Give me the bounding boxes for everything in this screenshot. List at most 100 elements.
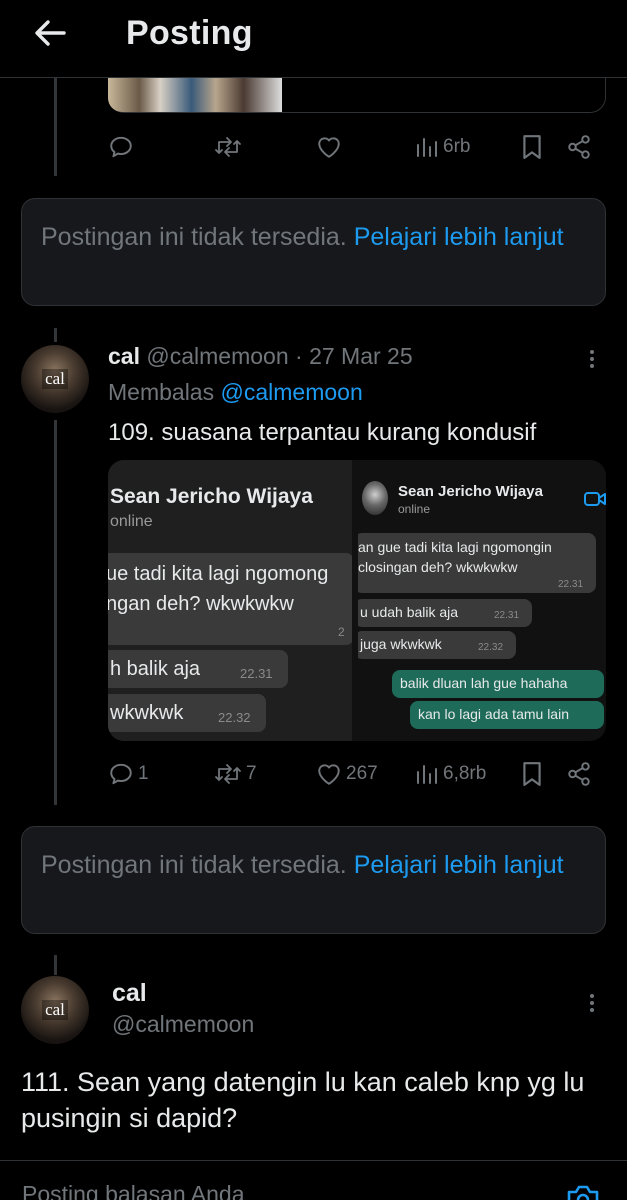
chat-contact-name: Sean Jericho Wijaya bbox=[110, 485, 313, 508]
replying-to-handle[interactable]: @calmemoon bbox=[221, 379, 363, 405]
like-button[interactable]: 267 bbox=[316, 759, 378, 789]
post-header: cal @calmemoon · 27 Mar 25 bbox=[108, 343, 413, 370]
avatar[interactable]: cal bbox=[21, 976, 89, 1044]
bookmark-button[interactable] bbox=[520, 132, 544, 162]
heart-icon bbox=[318, 764, 340, 785]
chat-message-text: h balik aja bbox=[110, 658, 201, 680]
chat-time: 22.32 bbox=[218, 710, 251, 725]
chat-time: 22.31 bbox=[494, 610, 520, 621]
chat-message-text: ue tadi kita lagi ngomong bbox=[108, 563, 329, 585]
more-options-button[interactable] bbox=[580, 988, 604, 1018]
reply-count: 1 bbox=[138, 763, 149, 784]
like-button[interactable] bbox=[316, 132, 342, 162]
reply-composer-bar: Posting balasan Anda bbox=[0, 1160, 627, 1200]
post-date[interactable]: 27 Mar 25 bbox=[309, 343, 413, 369]
thread-line bbox=[54, 420, 57, 805]
share-icon bbox=[568, 762, 590, 786]
heart-icon bbox=[318, 137, 340, 158]
chat-message-text: u udah balik aja bbox=[360, 604, 459, 620]
user-handle[interactable]: @calmemoon bbox=[146, 343, 288, 369]
chat-status: online bbox=[110, 513, 153, 530]
chat-status: online bbox=[398, 502, 431, 516]
post-text: 111. Sean yang datengin lu kan caleb knp… bbox=[21, 1067, 585, 1133]
user-handle[interactable]: @calmemoon bbox=[112, 1011, 254, 1038]
learn-more-link[interactable]: Pelajari lebih lanjut bbox=[354, 851, 564, 879]
chat-bubble: u udah balik aja 22.31 bbox=[358, 599, 532, 627]
views-icon bbox=[417, 138, 437, 157]
views-button[interactable]: 6,8rb bbox=[415, 759, 486, 789]
top-app-bar: Posting bbox=[0, 0, 627, 78]
chat-bubble: an gue tadi kita lagi ngomongin closinga… bbox=[358, 533, 596, 593]
chat-bubble-outgoing: balik dluan lah gue hahaha bbox=[392, 670, 604, 698]
reply-input[interactable]: Posting balasan Anda bbox=[22, 1181, 245, 1200]
chat-bubble: juga wkwkwk 22.32 bbox=[358, 631, 516, 659]
post-text: 109. suasana terpantau kurang kondusif bbox=[108, 419, 537, 446]
chat-message-text: an gue tadi kita lagi ngomongin bbox=[358, 539, 552, 555]
repost-button[interactable]: 7 bbox=[214, 759, 257, 789]
repost-button[interactable] bbox=[214, 132, 242, 162]
chat-bubble: wkwkwk 22.32 bbox=[108, 694, 266, 732]
separator-dot: · bbox=[295, 343, 303, 369]
chat-message-text: wkwkwk bbox=[110, 702, 184, 724]
avatar-label: cal bbox=[42, 369, 68, 389]
arrow-left-icon bbox=[35, 20, 66, 46]
unavailable-text: Postingan ini tidak tersedia. bbox=[41, 851, 347, 879]
share-button[interactable] bbox=[566, 759, 592, 789]
chat-time: 22.31 bbox=[558, 579, 584, 590]
chat-screenshot-right[interactable]: Sean Jericho Wijaya online an gue tadi k… bbox=[358, 460, 606, 741]
views-icon bbox=[417, 765, 437, 784]
thread-line bbox=[54, 328, 57, 342]
like-count: 267 bbox=[346, 763, 378, 784]
display-name[interactable]: cal bbox=[108, 343, 140, 369]
chat-message-text: balik dluan lah gue hahaha bbox=[400, 675, 568, 691]
chat-bubble-outgoing: kan lo lagi ada tamu lain bbox=[410, 701, 604, 729]
learn-more-link[interactable]: Pelajari lebih lanjut bbox=[354, 223, 564, 251]
reply-button[interactable]: 1 bbox=[108, 759, 149, 789]
unavailable-text: Postingan ini tidak tersedia. bbox=[41, 223, 347, 251]
views-button[interactable]: 6rb bbox=[415, 132, 470, 162]
post-actions: 1 7 267 6,8rb bbox=[108, 759, 608, 789]
repost-icon bbox=[215, 137, 241, 157]
chat-time: 22.32 bbox=[478, 642, 504, 653]
contact-avatar bbox=[362, 481, 388, 515]
bookmark-icon bbox=[523, 762, 541, 786]
video-call-icon bbox=[584, 492, 606, 506]
chat-message-text: closingan deh? wkwkwkw bbox=[358, 559, 518, 575]
share-icon bbox=[568, 135, 590, 159]
reply-button[interactable] bbox=[108, 132, 134, 162]
replying-to-label: Membalas bbox=[108, 379, 215, 405]
chat-screenshot-left[interactable]: Sean Jericho Wijaya online ue tadi kita … bbox=[108, 460, 352, 741]
back-button[interactable] bbox=[30, 16, 70, 50]
bookmark-icon bbox=[523, 135, 541, 159]
more-options-button[interactable] bbox=[580, 344, 604, 374]
chat-message-text: juga wkwkwk bbox=[360, 636, 442, 652]
chat-bubble: h balik aja 22.31 bbox=[108, 650, 288, 688]
chat-bubble: ue tadi kita lagi ngomong ngan deh? wkwk… bbox=[108, 553, 352, 645]
page-title: Posting bbox=[126, 14, 253, 52]
reply-icon bbox=[110, 763, 132, 785]
reply-icon bbox=[110, 136, 132, 158]
repost-count: 7 bbox=[246, 763, 257, 784]
avatar[interactable]: cal bbox=[21, 345, 89, 413]
thread-line bbox=[54, 78, 57, 176]
unavailable-post-notice: Postingan ini tidak tersedia. Pelajari l… bbox=[21, 826, 606, 934]
unavailable-post-notice: Postingan ini tidak tersedia. Pelajari l… bbox=[21, 198, 606, 306]
thread-line bbox=[54, 955, 57, 975]
previous-post-actions: 6rb bbox=[108, 132, 608, 162]
chat-time: 22.31 bbox=[240, 666, 273, 681]
views-count: 6,8rb bbox=[443, 763, 487, 784]
bookmark-button[interactable] bbox=[520, 759, 544, 789]
display-name[interactable]: cal bbox=[112, 979, 147, 1008]
chat-time: 2 bbox=[338, 625, 345, 639]
media-thumbnail[interactable] bbox=[108, 78, 282, 112]
views-count: 6rb bbox=[443, 136, 471, 157]
post-media[interactable]: Sean Jericho Wijaya online ue tadi kita … bbox=[108, 460, 606, 741]
chat-contact-name: Sean Jericho Wijaya bbox=[398, 483, 543, 500]
chat-message-text: ngan deh? wkwkwkw bbox=[108, 593, 294, 615]
repost-icon bbox=[215, 764, 241, 784]
share-button[interactable] bbox=[566, 132, 592, 162]
avatar-label: cal bbox=[42, 1000, 68, 1020]
chat-message-text: kan lo lagi ada tamu lain bbox=[418, 706, 569, 722]
camera-icon[interactable] bbox=[565, 1183, 601, 1200]
replying-to: Membalas @calmemoon bbox=[108, 379, 363, 406]
